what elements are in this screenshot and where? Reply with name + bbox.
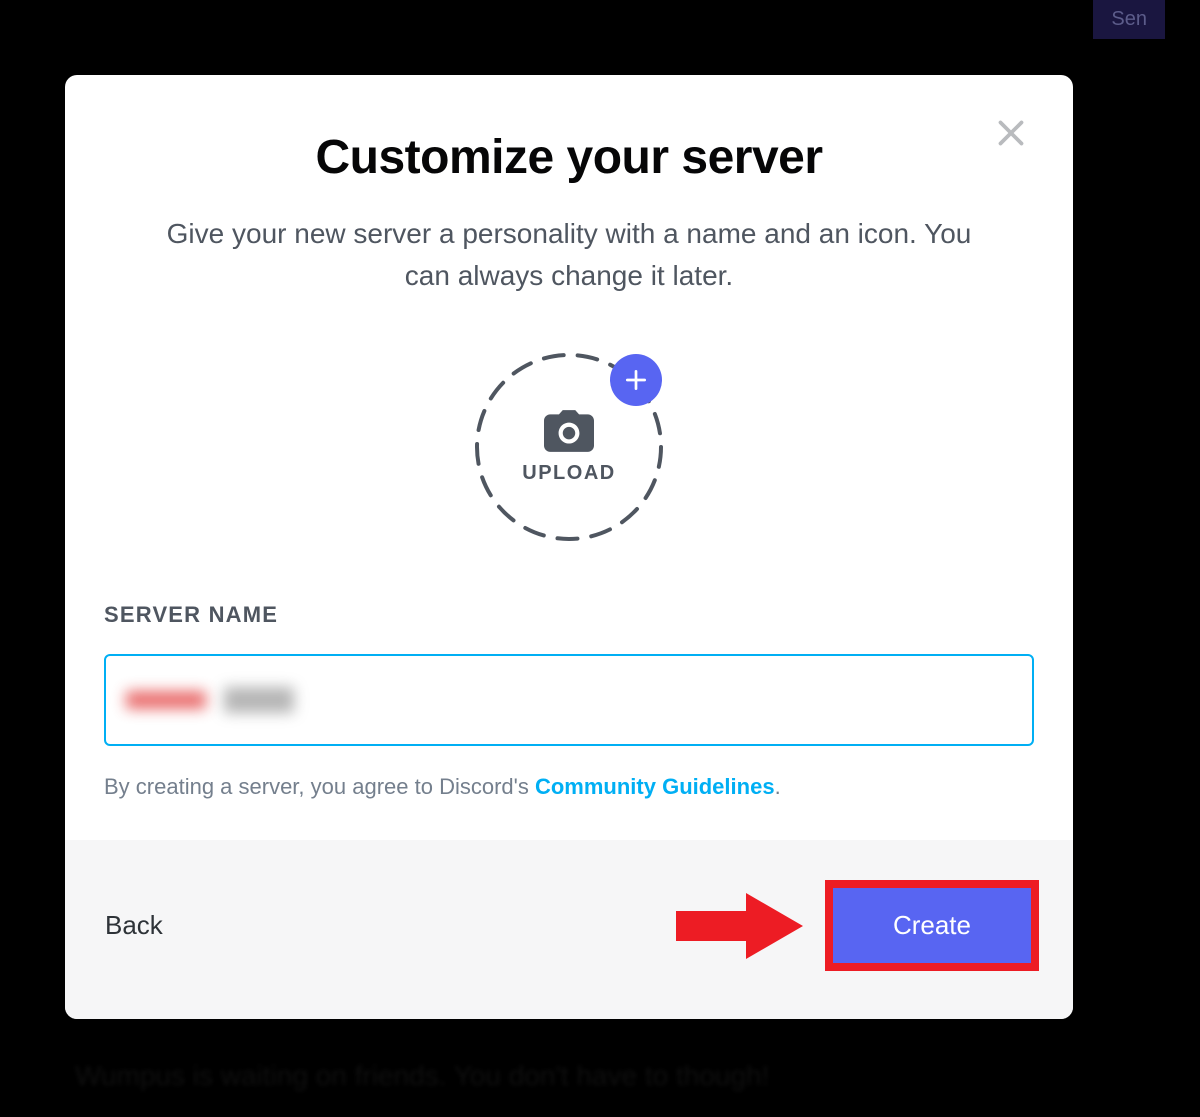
upload-server-icon[interactable]: UPLOAD xyxy=(474,352,664,542)
annotation-arrow xyxy=(676,891,803,961)
annotation-highlight-box: Create xyxy=(825,880,1039,971)
guidelines-prefix: By creating a server, you agree to Disco… xyxy=(104,774,535,799)
community-guidelines-link[interactable]: Community Guidelines xyxy=(535,774,775,799)
server-name-input[interactable] xyxy=(104,654,1034,746)
server-name-input-container xyxy=(104,654,1034,746)
customize-server-modal: Customize your server Give your new serv… xyxy=(65,75,1073,1019)
footer-right: Create xyxy=(676,880,1039,971)
back-button[interactable]: Back xyxy=(105,910,163,941)
background-hint-text: Wumpus is waiting on friends. You don't … xyxy=(75,1060,769,1092)
plus-icon xyxy=(623,367,649,393)
send-button-partial: Sen xyxy=(1093,0,1165,39)
modal-content: Customize your server Give your new serv… xyxy=(65,75,1073,840)
modal-footer: Back Create xyxy=(65,840,1073,1019)
form-section: SERVER NAME By creating a server, you ag… xyxy=(100,602,1038,800)
upload-area: UPLOAD xyxy=(100,352,1038,542)
create-button[interactable]: Create xyxy=(833,888,1031,963)
guidelines-text: By creating a server, you agree to Disco… xyxy=(104,774,1034,800)
modal-title: Customize your server xyxy=(100,130,1038,185)
server-name-label: SERVER NAME xyxy=(104,602,1034,628)
modal-subtitle: Give your new server a personality with … xyxy=(154,213,984,297)
close-icon xyxy=(993,115,1029,151)
guidelines-suffix: . xyxy=(775,774,781,799)
close-button[interactable] xyxy=(991,113,1031,153)
plus-badge xyxy=(610,354,662,406)
